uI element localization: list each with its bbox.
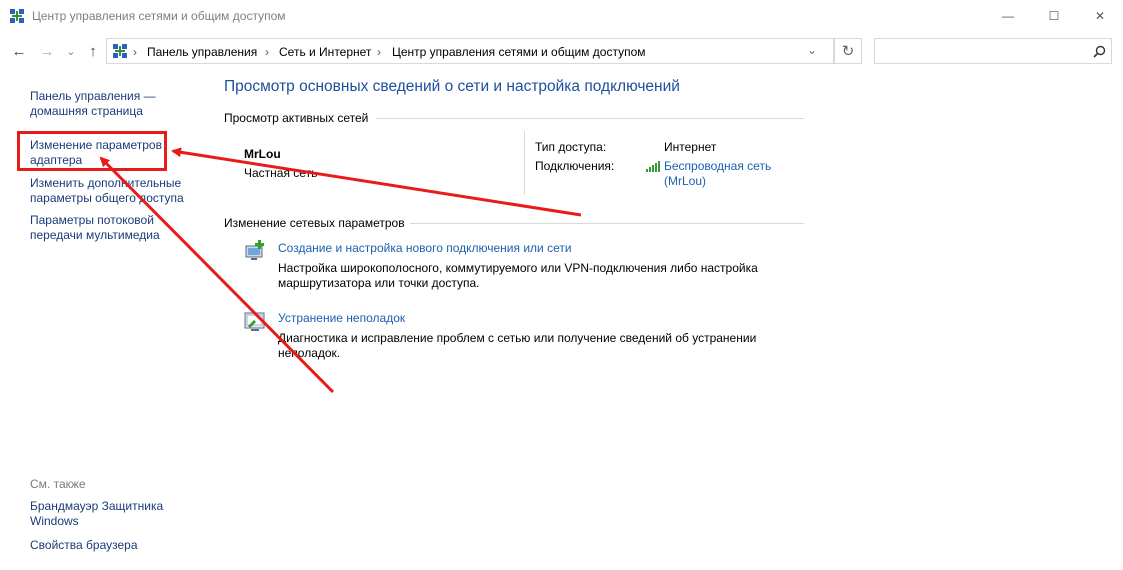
annotation-arrow	[171, 147, 582, 217]
troubleshoot-icon	[244, 312, 265, 331]
search-input[interactable]	[874, 38, 1112, 64]
breadcrumb-control-panel[interactable]: Панель управления	[147, 45, 257, 59]
see-also-title: См. также	[30, 477, 86, 491]
window-title: Центр управления сетями и общим доступом	[32, 9, 286, 23]
network-center-icon	[10, 9, 24, 23]
close-button[interactable]: ✕	[1077, 0, 1123, 32]
address-bar[interactable]: › Панель управления › Сеть и Интернет › …	[106, 38, 834, 64]
see-also-browser-properties[interactable]: Свойства браузера	[30, 538, 195, 553]
forward-arrow-icon: →	[39, 42, 55, 60]
sidebar-link-sharing-settings[interactable]: Изменить дополнительные параметры общего…	[30, 176, 190, 206]
connections-label: Подключения:	[535, 159, 615, 173]
minimize-button[interactable]: —	[985, 0, 1031, 32]
breadcrumb-separator: ›	[377, 45, 381, 59]
up-arrow-icon: ↑	[89, 42, 97, 60]
active-networks-title: Просмотр активных сетей	[224, 111, 369, 125]
task-troubleshoot-description: Диагностика и исправление проблем с сеть…	[278, 331, 757, 360]
chevron-down-icon: ⌄	[66, 45, 76, 58]
wireless-connection-link[interactable]: Беспроводная сеть (MrLou)	[664, 159, 784, 189]
refresh-icon: ↻	[841, 43, 855, 60]
sidebar-link-media-streaming[interactable]: Параметры потоковой передачи мультимедиа	[30, 213, 170, 243]
up-button[interactable]: ↑	[84, 42, 102, 60]
recent-locations-button[interactable]: ⌄	[62, 42, 80, 60]
breadcrumb-separator: ›	[133, 45, 137, 59]
task-new-connection-description: Настройка широкополосного, коммутируемог…	[278, 261, 758, 290]
access-type-label: Тип доступа:	[535, 140, 607, 154]
access-type-value: Интернет	[664, 140, 717, 154]
change-settings-title: Изменение сетевых параметров	[224, 216, 405, 230]
title-bar: Центр управления сетями и общим доступом…	[0, 0, 1123, 34]
search-icon	[1093, 45, 1106, 58]
close-icon: ✕	[1094, 9, 1106, 23]
page-title: Просмотр основных сведений о сети и наст…	[224, 78, 680, 95]
task-new-connection-link[interactable]: Создание и настройка нового подключения …	[278, 241, 572, 255]
network-center-icon	[113, 44, 127, 58]
back-arrow-icon: ←	[11, 42, 27, 60]
divider	[410, 223, 804, 224]
new-connection-icon	[245, 240, 264, 260]
breadcrumb-network-internet[interactable]: Сеть и Интернет	[279, 45, 371, 59]
network-name: MrLou	[244, 147, 281, 161]
divider	[524, 131, 525, 195]
refresh-button[interactable]: ↻	[834, 38, 862, 64]
breadcrumb-separator: ›	[265, 45, 269, 59]
back-button[interactable]: ←	[10, 42, 28, 60]
wifi-signal-icon	[646, 161, 660, 172]
maximize-button[interactable]: ☐	[1031, 0, 1077, 32]
task-troubleshoot-link[interactable]: Устранение неполадок	[278, 311, 405, 325]
sidebar-link-home[interactable]: Панель управления — домашняя страница	[30, 89, 195, 119]
see-also-firewall[interactable]: Брандмауэр Защитника Windows	[30, 499, 170, 529]
minimize-icon: —	[1002, 9, 1014, 23]
forward-button[interactable]: →	[38, 42, 56, 60]
network-type[interactable]: Частная сеть	[244, 166, 317, 180]
maximize-icon: ☐	[1048, 9, 1060, 23]
breadcrumb-network-center[interactable]: Центр управления сетями и общим доступом	[392, 45, 646, 59]
address-dropdown-icon[interactable]: ⌄	[807, 43, 817, 57]
divider	[376, 118, 804, 119]
highlight-box	[17, 131, 167, 171]
